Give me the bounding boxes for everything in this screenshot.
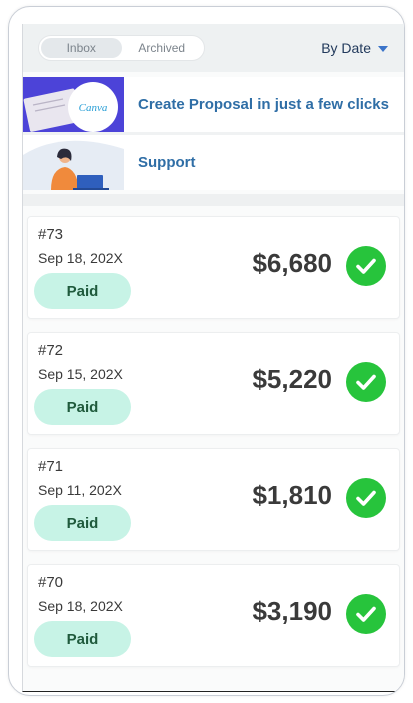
segmented-control: Inbox Archived: [38, 35, 205, 61]
promo-proposal-text: Create Proposal in just a few clicks: [138, 95, 389, 113]
invoice-card[interactable]: #71 Sep 11, 202X Paid $1,810: [27, 448, 400, 551]
phone-frame: Inbox Archived By Date Canva Create Prop: [8, 6, 405, 696]
status-badge: Paid: [34, 621, 131, 657]
invoice-amount: $6,680: [252, 248, 332, 278]
invoice-date: Sep 15, 202X: [38, 366, 123, 382]
tab-inbox[interactable]: Inbox: [41, 38, 122, 58]
invoice-date: Sep 11, 202X: [38, 482, 122, 498]
invoice-card[interactable]: #70 Sep 18, 202X Paid $3,190: [27, 564, 400, 667]
invoice-amount: $5,220: [252, 364, 332, 394]
canva-logo-text: Canva: [79, 102, 108, 114]
canva-thumbnail: Canva: [23, 77, 124, 132]
check-circle-icon: [346, 246, 386, 286]
support-thumbnail: [23, 135, 124, 190]
sort-label: By Date: [321, 40, 371, 56]
invoice-number: #73: [38, 226, 64, 243]
check-circle-icon: [346, 362, 386, 402]
promo-create-proposal[interactable]: Canva Create Proposal in just a few clic…: [23, 77, 404, 135]
status-badge: Paid: [34, 505, 131, 541]
invoice-card[interactable]: #73 Sep 18, 202X Paid $6,680: [27, 216, 400, 319]
invoice-number: #71: [38, 458, 64, 475]
top-bar: Inbox Archived By Date: [23, 24, 404, 72]
tab-archived[interactable]: Archived: [122, 38, 203, 58]
invoice-date: Sep 18, 202X: [38, 598, 123, 614]
invoice-date: Sep 18, 202X: [38, 250, 123, 266]
caret-down-icon: [378, 46, 388, 52]
promo-support-text: Support: [138, 153, 196, 171]
invoice-amount: $1,810: [252, 480, 332, 510]
invoice-amount: $3,190: [252, 596, 332, 626]
sort-dropdown[interactable]: By Date: [321, 40, 388, 56]
status-badge: Paid: [34, 389, 131, 425]
promo-support[interactable]: Support: [23, 135, 404, 190]
app-screen: Inbox Archived By Date Canva Create Prop: [22, 24, 404, 692]
section-divider: [23, 194, 404, 206]
check-circle-icon: [346, 478, 386, 518]
invoice-card[interactable]: #72 Sep 15, 202X Paid $5,220: [27, 332, 400, 435]
check-circle-icon: [346, 594, 386, 634]
invoice-number: #70: [38, 574, 64, 591]
status-badge: Paid: [34, 273, 131, 309]
invoice-number: #72: [38, 342, 64, 359]
